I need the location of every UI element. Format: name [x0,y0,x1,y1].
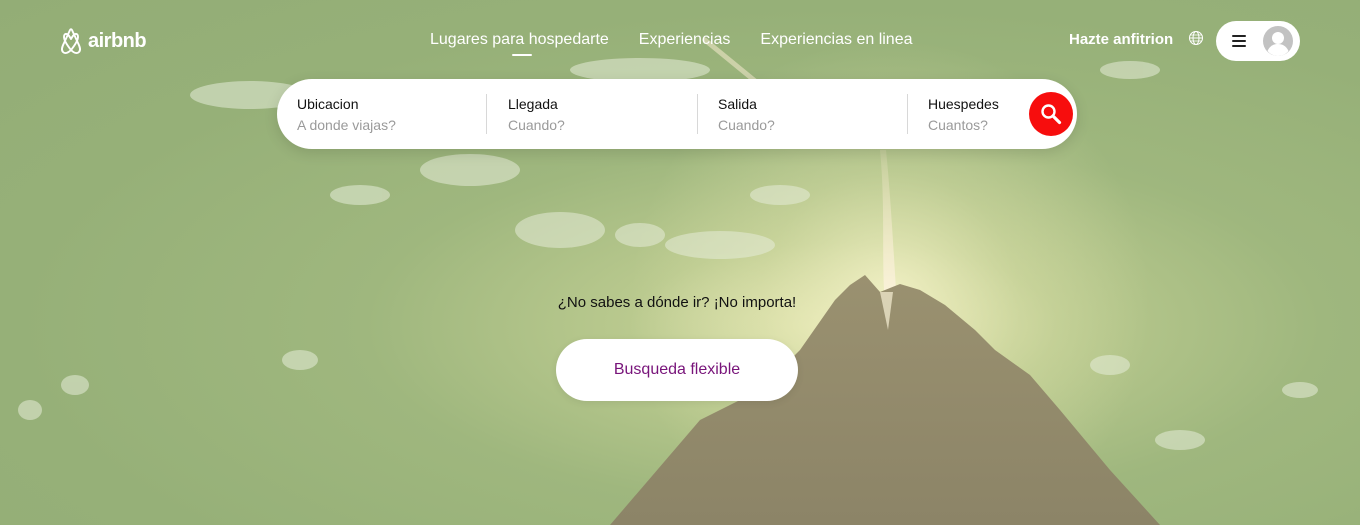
search-field-guests-label: Huespedes [928,96,999,112]
search-field-checkin-label: Llegada [508,96,558,112]
become-host-link[interactable]: Hazte anfitrion [1069,31,1173,48]
nav-link-stays[interactable]: Lugares para hospedarte [430,31,609,56]
search-field-checkout[interactable]: Salida [718,95,878,133]
user-avatar-icon [1263,26,1293,56]
location-input[interactable] [297,117,457,133]
search-divider [697,94,698,134]
main-nav: Lugares para hospedarte Experiencias Exp… [430,31,913,56]
hero-section: airbnb Lugares para hospedarte Experienc… [0,0,1360,525]
search-field-checkin[interactable]: Llegada [508,95,668,133]
nav-link-experiences[interactable]: Experiencias [639,31,731,49]
hamburger-menu-icon [1232,35,1246,47]
search-divider [486,94,487,134]
checkin-input[interactable] [508,117,668,133]
search-bar: Ubicacion Llegada Salida Huespedes [277,79,1077,149]
flexible-search-tagline: ¿No sabes a dónde ir? ¡No importa! [557,294,797,311]
airbnb-logo[interactable]: airbnb [58,26,147,56]
search-field-guests[interactable]: Huespedes [928,95,1018,133]
search-field-checkout-label: Salida [718,96,757,112]
search-divider [907,94,908,134]
user-menu-button[interactable] [1216,21,1300,61]
checkout-input[interactable] [718,117,878,133]
brand-name: airbnb [88,29,147,52]
guests-input[interactable] [928,117,1018,133]
globe-icon[interactable] [1188,30,1204,46]
search-button[interactable] [1029,92,1073,136]
search-field-location[interactable]: Ubicacion [297,95,457,133]
airbnb-belo-icon [60,28,82,54]
search-field-location-label: Ubicacion [297,96,359,112]
flexible-search-button[interactable]: Busqueda flexible [556,339,798,401]
search-icon [1041,104,1062,125]
nav-link-online-experiences[interactable]: Experiencias en linea [760,31,912,49]
